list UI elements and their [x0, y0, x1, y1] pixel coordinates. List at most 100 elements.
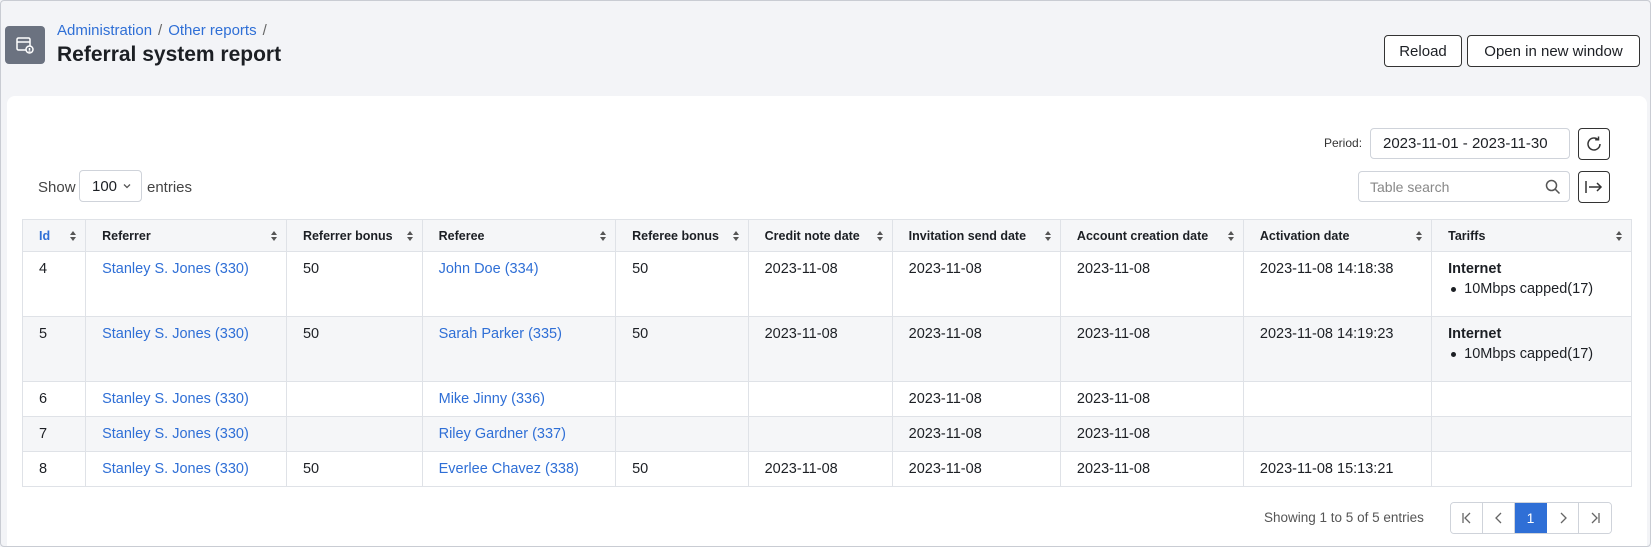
- sort-icon: [406, 231, 413, 241]
- sort-icon: [1044, 231, 1051, 241]
- breadcrumb-separator: /: [262, 22, 267, 39]
- last-page-button[interactable]: [1579, 503, 1611, 533]
- cell-credit-note-date: [747, 416, 893, 452]
- cell-referee: Sarah Parker (335): [421, 316, 617, 382]
- table-search-input[interactable]: Table search: [1358, 171, 1570, 202]
- column-header-tariffs[interactable]: Tariffs: [1431, 219, 1632, 252]
- period-input[interactable]: 2023-11-01 - 2023-11-30: [1370, 128, 1570, 159]
- cell-credit-note-date: [747, 381, 893, 417]
- column-header-credit-note-date[interactable]: Credit note date: [747, 219, 893, 252]
- refresh-icon: [1587, 136, 1601, 151]
- entries-label: entries: [147, 179, 193, 196]
- cell-credit-note-date: 2023-11-08: [747, 316, 893, 382]
- cell-id: 8: [21, 451, 87, 487]
- refresh-button[interactable]: [1578, 128, 1610, 160]
- cell-activation-date: 2023-11-08 14:18:38: [1242, 251, 1433, 317]
- column-header-activation-date[interactable]: Activation date: [1242, 219, 1433, 252]
- report-icon: [5, 26, 45, 64]
- bullet-icon: [1451, 351, 1457, 357]
- open-in-new-window-button[interactable]: Open in new window: [1467, 35, 1640, 67]
- cell-account-creation-date: 2023-11-08: [1059, 251, 1244, 317]
- sort-icon: [732, 231, 739, 241]
- breadcrumb-separator: /: [158, 22, 163, 39]
- referrer-link[interactable]: Stanley S. Jones (330): [102, 391, 249, 407]
- cell-referrer: Stanley S. Jones (330): [85, 451, 287, 487]
- export-icon: [1585, 181, 1603, 193]
- cell-tariffs: Internet 10Mbps capped(17): [1431, 251, 1632, 317]
- referee-link[interactable]: John Doe (334): [439, 261, 539, 277]
- cell-id: 5: [21, 316, 87, 382]
- column-header-account-creation-date[interactable]: Account creation date: [1059, 219, 1244, 252]
- column-header-label: Referrer bonus: [302, 228, 393, 243]
- cell-account-creation-date: 2023-11-08: [1059, 451, 1244, 487]
- table-row: 4 Stanley S. Jones (330) 50 John Doe (33…: [21, 251, 1632, 317]
- export-button[interactable]: [1578, 171, 1610, 203]
- referrer-link[interactable]: Stanley S. Jones (330): [102, 326, 249, 342]
- column-header-label: Referee bonus: [632, 228, 719, 243]
- entries-value: 100: [92, 177, 118, 195]
- previous-page-button[interactable]: [1483, 503, 1515, 533]
- sort-icon: [270, 231, 277, 241]
- cell-credit-note-date: 2023-11-08: [747, 451, 893, 487]
- cell-id: 4: [21, 251, 87, 317]
- tariff-item: 10Mbps capped(17): [1448, 281, 1615, 297]
- referee-link[interactable]: Riley Gardner (337): [439, 426, 566, 442]
- column-header-referee[interactable]: Referee: [421, 219, 617, 252]
- column-header-id[interactable]: Id: [21, 219, 87, 252]
- sort-icon: [1416, 231, 1423, 241]
- tariff-title: Internet: [1448, 261, 1502, 277]
- cell-referrer-bonus: [285, 416, 423, 452]
- cell-referee-bonus: [615, 381, 749, 417]
- cell-activation-date: 2023-11-08 15:13:21: [1242, 451, 1433, 487]
- reload-button[interactable]: Reload: [1384, 35, 1462, 67]
- period-label: Period:: [1324, 136, 1363, 150]
- table-row: 5 Stanley S. Jones (330) 50 Sarah Parker…: [21, 316, 1632, 382]
- cell-account-creation-date: 2023-11-08: [1059, 416, 1244, 452]
- referee-link[interactable]: Everlee Chavez (338): [439, 461, 579, 477]
- first-page-button[interactable]: [1451, 503, 1483, 533]
- cell-referrer-bonus: 50: [285, 451, 423, 487]
- cell-tariffs: [1431, 381, 1632, 417]
- next-page-button[interactable]: [1547, 503, 1579, 533]
- referee-link[interactable]: Sarah Parker (335): [439, 326, 562, 342]
- entries-select[interactable]: 100: [79, 170, 142, 202]
- column-header-referrer-bonus[interactable]: Referrer bonus: [285, 219, 423, 252]
- tariff-title: Internet: [1448, 326, 1502, 342]
- cell-referrer-bonus: 50: [285, 316, 423, 382]
- cell-invitation-send-date: 2023-11-08: [891, 416, 1061, 452]
- cell-activation-date: 2023-11-08 14:19:23: [1242, 316, 1433, 382]
- search-icon: [1545, 179, 1561, 195]
- referrer-link[interactable]: Stanley S. Jones (330): [102, 461, 249, 477]
- sort-icon: [600, 231, 607, 241]
- column-header-referee-bonus[interactable]: Referee bonus: [615, 219, 749, 252]
- breadcrumb: Administration / Other reports /: [57, 22, 273, 39]
- column-header-invitation-send-date[interactable]: Invitation send date: [891, 219, 1061, 252]
- page-1-button[interactable]: 1: [1515, 503, 1547, 533]
- page-title: Referral system report: [57, 43, 282, 66]
- chevron-down-icon: [123, 184, 131, 189]
- cell-referrer: Stanley S. Jones (330): [85, 251, 287, 317]
- referee-link[interactable]: Mike Jinny (336): [439, 391, 545, 407]
- breadcrumb-other-reports[interactable]: Other reports: [168, 22, 256, 39]
- cell-tariffs: Internet 10Mbps capped(17): [1431, 316, 1632, 382]
- cell-tariffs: [1431, 451, 1632, 487]
- cell-referee: John Doe (334): [421, 251, 617, 317]
- report-card: Period: 2023-11-01 - 2023-11-30 Show 100…: [7, 96, 1647, 546]
- breadcrumb-administration[interactable]: Administration: [57, 22, 152, 39]
- cell-referrer-bonus: [285, 381, 423, 417]
- chevron-left-icon: [1494, 512, 1501, 524]
- cell-referee: Mike Jinny (336): [421, 381, 617, 417]
- cell-referee-bonus: 50: [615, 251, 749, 317]
- column-header-label: Id: [39, 228, 51, 243]
- cell-referrer: Stanley S. Jones (330): [85, 316, 287, 382]
- tariff-item: 10Mbps capped(17): [1448, 346, 1615, 362]
- column-header-referrer[interactable]: Referrer: [85, 219, 287, 252]
- sort-icon: [1227, 231, 1234, 241]
- cell-invitation-send-date: 2023-11-08: [891, 451, 1061, 487]
- cell-invitation-send-date: 2023-11-08: [891, 316, 1061, 382]
- cell-referee-bonus: [615, 416, 749, 452]
- referrer-link[interactable]: Stanley S. Jones (330): [102, 426, 249, 442]
- column-header-label: Referrer: [102, 228, 151, 243]
- cell-tariffs: [1431, 416, 1632, 452]
- referrer-link[interactable]: Stanley S. Jones (330): [102, 261, 249, 277]
